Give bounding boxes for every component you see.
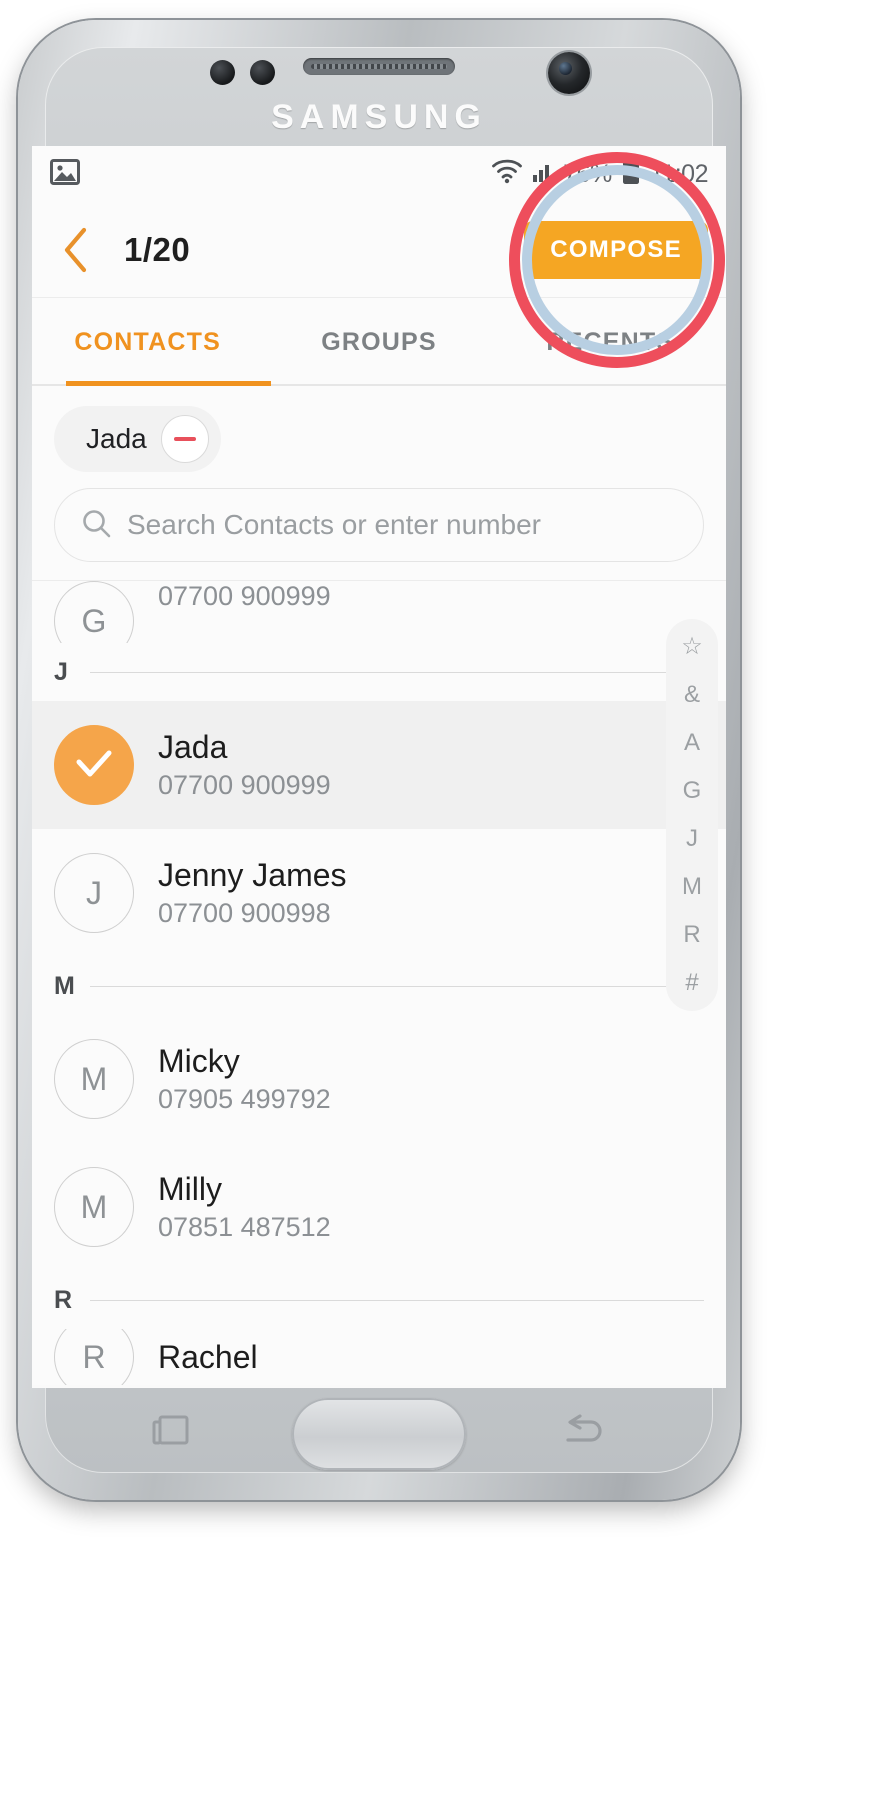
device-brand-label: SAMSUNG bbox=[271, 98, 487, 136]
alpha-index-item[interactable]: ☆ bbox=[681, 635, 703, 659]
contact-number: 07700 900999 bbox=[158, 770, 331, 800]
contact-name: Jada bbox=[158, 729, 228, 765]
contact-number: 07851 487512 bbox=[158, 1212, 331, 1242]
section-header-m: M bbox=[32, 957, 726, 1015]
list-item-text: Rachel bbox=[158, 1339, 258, 1376]
battery-percent-label: 76% bbox=[563, 159, 612, 188]
front-camera-icon bbox=[548, 52, 590, 94]
list-item[interactable]: G 07700 900999 bbox=[32, 581, 726, 643]
list-item-text: Milly 07851 487512 bbox=[158, 1171, 331, 1243]
selection-counter: 1/20 bbox=[124, 230, 191, 268]
status-bar-left bbox=[50, 158, 80, 191]
signal-icon bbox=[532, 159, 554, 190]
compose-button[interactable]: COMPOSE bbox=[524, 220, 708, 279]
avatar: G bbox=[54, 581, 134, 643]
recents-key[interactable] bbox=[138, 1410, 208, 1452]
alphabet-index-scrollbar[interactable]: ☆ & A G J M R # bbox=[666, 619, 718, 1011]
status-bar: 76% 11:02 bbox=[32, 146, 726, 202]
alpha-index-item[interactable]: J bbox=[686, 827, 698, 851]
home-button[interactable] bbox=[292, 1398, 466, 1470]
light-sensor-icon bbox=[250, 60, 275, 85]
contact-name: Jenny James bbox=[158, 857, 347, 893]
contact-name: Micky bbox=[158, 1043, 240, 1079]
avatar-selected-check bbox=[54, 725, 134, 805]
table-row[interactable]: Jada 07700 900999 bbox=[32, 701, 726, 829]
contact-name: Milly bbox=[158, 1171, 222, 1207]
avatar: R bbox=[54, 1329, 134, 1385]
phone-screen: 76% 11:02 1/20 COMPOSE CONTACTS GROUPS R… bbox=[32, 146, 726, 1388]
contact-number: 07700 900999 bbox=[158, 581, 331, 611]
minus-icon bbox=[173, 437, 196, 441]
section-divider bbox=[90, 671, 704, 673]
section-header-j: J bbox=[32, 643, 726, 701]
search-placeholder: Search Contacts or enter number bbox=[127, 509, 541, 540]
alpha-index-item[interactable]: # bbox=[685, 971, 698, 995]
section-letter: J bbox=[54, 657, 68, 686]
proximity-sensor-icon bbox=[210, 60, 235, 85]
alpha-index-item[interactable]: A bbox=[684, 731, 700, 755]
image-icon bbox=[50, 158, 80, 191]
recipient-chip[interactable]: Jada bbox=[54, 406, 221, 472]
list-item[interactable]: R Rachel bbox=[32, 1329, 726, 1385]
avatar: J bbox=[54, 853, 134, 933]
contact-name: Rachel bbox=[158, 1338, 258, 1375]
tab-recents[interactable]: RECENTS bbox=[495, 298, 726, 386]
remove-recipient-button[interactable] bbox=[160, 415, 209, 463]
recipient-chip-row: Jada bbox=[32, 386, 726, 480]
section-letter: R bbox=[54, 1285, 73, 1314]
avatar: M bbox=[54, 1039, 134, 1119]
status-bar-right: 76% 11:02 bbox=[491, 157, 709, 192]
back-key[interactable] bbox=[550, 1410, 620, 1452]
app-header: 1/20 COMPOSE bbox=[32, 202, 726, 298]
alpha-index-item[interactable]: & bbox=[684, 683, 700, 707]
table-row[interactable]: M Milly 07851 487512 bbox=[32, 1143, 726, 1271]
section-divider bbox=[90, 985, 704, 987]
screenshot-stage: SAMSUNG 76% 11:02 1/20 COMPOSE CONTACTS … bbox=[0, 0, 874, 1800]
alpha-index-item[interactable]: R bbox=[683, 923, 700, 947]
active-tab-indicator bbox=[66, 381, 271, 386]
contact-number: 07700 900998 bbox=[158, 898, 331, 928]
list-item-text: Micky 07905 499792 bbox=[158, 1043, 331, 1115]
avatar: M bbox=[54, 1167, 134, 1247]
section-divider bbox=[90, 1299, 704, 1301]
back-chevron-icon[interactable] bbox=[54, 227, 98, 272]
table-row[interactable]: M Micky 07905 499792 bbox=[32, 1015, 726, 1143]
list-item-text: Jada 07700 900999 bbox=[158, 729, 331, 801]
search-container: Search Contacts or enter number bbox=[32, 480, 726, 580]
alpha-index-item[interactable]: M bbox=[682, 875, 702, 899]
tab-contacts[interactable]: CONTACTS bbox=[32, 298, 263, 386]
section-header-r: R bbox=[32, 1271, 726, 1329]
contact-list[interactable]: G 07700 900999 J Jada 07700 900999 J Jen… bbox=[32, 580, 726, 1385]
section-letter: M bbox=[54, 971, 75, 1000]
tab-groups[interactable]: GROUPS bbox=[263, 298, 494, 386]
list-item-text: 07700 900999 bbox=[158, 581, 331, 612]
clock-label: 11:02 bbox=[649, 159, 709, 188]
search-icon bbox=[81, 508, 111, 543]
table-row[interactable]: J Jenny James 07700 900998 bbox=[32, 829, 726, 957]
battery-icon bbox=[621, 157, 641, 192]
list-item-text: Jenny James 07700 900998 bbox=[158, 857, 347, 929]
earpiece-speaker bbox=[303, 58, 455, 75]
search-input[interactable]: Search Contacts or enter number bbox=[54, 488, 704, 562]
contact-number: 07905 499792 bbox=[158, 1084, 331, 1114]
tab-bar: CONTACTS GROUPS RECENTS bbox=[32, 298, 726, 386]
wifi-icon bbox=[491, 158, 523, 191]
recipient-chip-label: Jada bbox=[86, 423, 147, 454]
alpha-index-item[interactable]: G bbox=[683, 779, 702, 803]
